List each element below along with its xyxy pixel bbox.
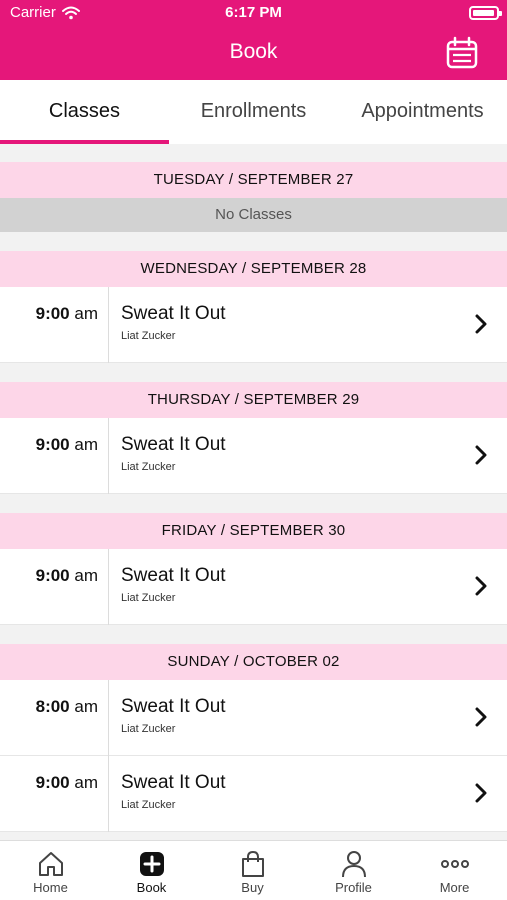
class-time-cell: 9:00 am (0, 756, 109, 832)
class-time-cell: 9:00 am (0, 287, 109, 363)
home-icon (38, 852, 63, 876)
class-time-cell: 9:00 am (0, 549, 109, 625)
status-bar: Carrier 6:17 PM (0, 0, 507, 26)
day-header: WEDNESDAY / SEPTEMBER 28 (0, 251, 507, 287)
class-time: 8:00 am (36, 697, 98, 717)
class-time: 9:00 am (36, 304, 98, 324)
tabbar-more-label: More (439, 880, 470, 895)
calendar-icon[interactable] (445, 36, 479, 70)
class-time-hour: 8:00 (35, 697, 70, 716)
segment-tabs: Classes Enrollments Appointments (0, 80, 507, 144)
battery-icon (469, 6, 502, 20)
class-time: 9:00 am (36, 773, 98, 793)
class-name: Sweat It Out (121, 434, 226, 455)
tab-classes-label: Classes (48, 100, 121, 122)
tabbar-home-label: Home (33, 880, 68, 895)
class-time-ampm: am (74, 566, 98, 585)
chevron-right-icon (475, 576, 487, 596)
chevron-right-icon (475, 314, 487, 334)
day-header: TUESDAY / SEPTEMBER 27 (0, 162, 507, 198)
no-classes-message: No Classes (0, 198, 507, 232)
class-time-ampm: am (74, 697, 98, 716)
class-time-ampm: am (74, 773, 98, 792)
tabbar-home[interactable]: Home (0, 841, 101, 900)
class-time-ampm: am (74, 304, 98, 323)
chevron-right-icon (475, 445, 487, 465)
tab-appointments-label: Appointments (361, 100, 484, 122)
ellipsis-icon (440, 860, 469, 868)
person-icon (341, 851, 366, 878)
chevron-right-icon (475, 707, 487, 727)
class-row[interactable]: 8:00 am Sweat It Out Liat Zucker (0, 680, 507, 756)
tabbar-buy[interactable]: Buy (202, 841, 303, 900)
instructor-name: Liat Zucker (121, 799, 176, 811)
class-name: Sweat It Out (121, 303, 226, 324)
tabbar-buy-label: Buy (241, 880, 264, 895)
tabbar-book[interactable]: Book (101, 841, 202, 900)
instructor-name: Liat Zucker (121, 330, 176, 342)
class-row[interactable]: 9:00 am Sweat It Out Liat Zucker (0, 287, 507, 363)
tabbar-book-label: Book (136, 880, 167, 895)
class-name: Sweat It Out (121, 772, 226, 793)
class-time-cell: 8:00 am (0, 680, 109, 756)
tab-classes[interactable]: Classes (0, 80, 169, 144)
class-time: 9:00 am (36, 566, 98, 586)
instructor-name: Liat Zucker (121, 461, 176, 473)
instructor-name: Liat Zucker (121, 723, 176, 735)
class-time: 9:00 am (36, 435, 98, 455)
plus-square-icon (139, 852, 164, 876)
class-time-cell: 9:00 am (0, 418, 109, 494)
page-title: Book (229, 40, 278, 63)
day-header: SUNDAY / OCTOBER 02 (0, 644, 507, 680)
instructor-name: Liat Zucker (121, 592, 176, 604)
tab-enrollments[interactable]: Enrollments (169, 80, 338, 144)
class-time-hour: 9:00 (35, 304, 70, 323)
tab-enrollments-label: Enrollments (200, 100, 307, 122)
class-time-ampm: am (74, 435, 98, 454)
day-header: THURSDAY / SEPTEMBER 29 (0, 382, 507, 418)
class-time-hour: 9:00 (35, 435, 70, 454)
chevron-right-icon (475, 783, 487, 803)
class-name: Sweat It Out (121, 565, 226, 586)
tabbar-profile[interactable]: Profile (303, 841, 404, 900)
class-time-hour: 9:00 (35, 566, 70, 585)
class-schedule-list[interactable]: TUESDAY / SEPTEMBER 27 No Classes WEDNES… (0, 144, 507, 840)
day-header: FRIDAY / SEPTEMBER 30 (0, 513, 507, 549)
tabbar-more[interactable]: More (404, 841, 505, 900)
class-row[interactable]: 9:00 am Sweat It Out Liat Zucker (0, 418, 507, 494)
class-row[interactable]: 9:00 am Sweat It Out Liat Zucker (0, 549, 507, 625)
class-row[interactable]: 9:00 am Sweat It Out Liat Zucker (0, 756, 507, 832)
shopping-bag-icon (241, 850, 264, 877)
bottom-tab-bar: Home Book Buy Profile More (0, 840, 507, 900)
app-header: Carrier 6:17 PM Book (0, 0, 507, 80)
class-time-hour: 9:00 (35, 773, 70, 792)
tab-appointments[interactable]: Appointments (338, 80, 507, 144)
status-time: 6:17 PM (225, 4, 282, 21)
class-name: Sweat It Out (121, 696, 226, 717)
tabbar-profile-label: Profile (335, 880, 372, 895)
